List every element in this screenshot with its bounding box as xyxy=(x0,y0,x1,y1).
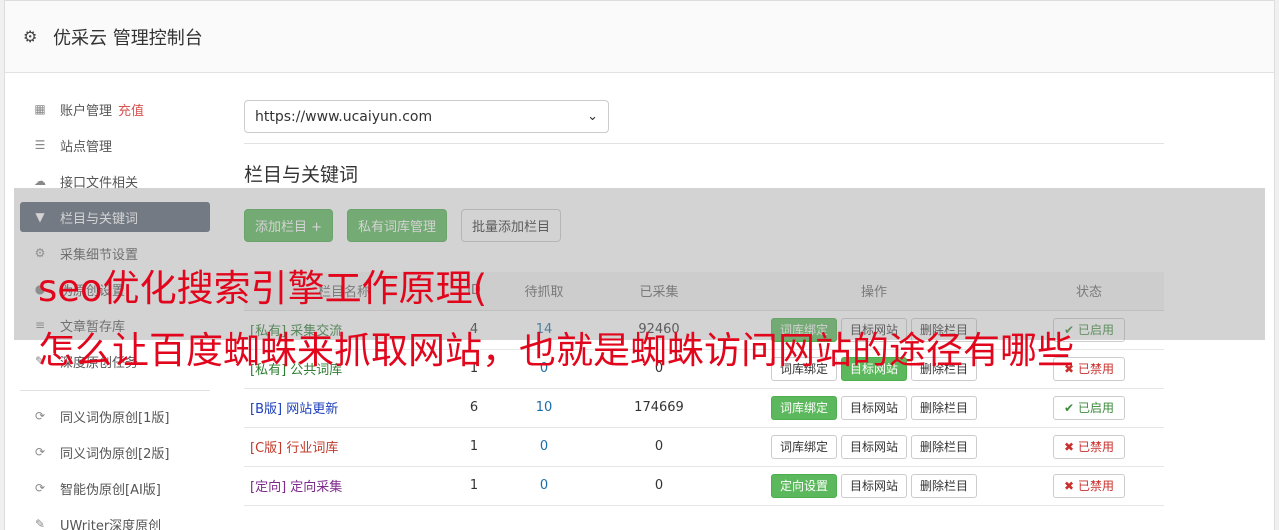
collected-count: 0 xyxy=(584,427,734,467)
column-name-link[interactable]: 行业词库 xyxy=(286,441,338,456)
target-site-button[interactable]: 目标网站 xyxy=(840,395,907,420)
lexicon-bind-button[interactable]: 定向设置 xyxy=(770,473,837,498)
sidebar-divider xyxy=(20,390,210,391)
status-toggle[interactable]: ✖ 已禁用 xyxy=(1053,473,1125,498)
sidebar-item-sites[interactable]: ☰ 站点管理 xyxy=(20,130,210,160)
sidebar-tool-synonym-v1[interactable]: ⟳ 同义词伪原创[1版] xyxy=(20,401,210,431)
sidebar-tool-ai[interactable]: ⟳ 智能伪原创[AI版] xyxy=(20,473,210,503)
column-id: 1 xyxy=(444,427,504,467)
table-row: [B版] 网站更新 6 10 174669 词库绑定 目标网站 删除栏目 ✔ 已启用 xyxy=(244,388,1164,428)
table-row: [定向] 定向采集 1 0 0 定向设置 目标网站 删除栏目 ✖ 已禁用 xyxy=(244,466,1164,506)
status-label: 已禁用 xyxy=(1077,362,1114,376)
status-toggle[interactable]: ✖ 已禁用 xyxy=(1053,434,1125,459)
recharge-link[interactable]: 充值 xyxy=(118,100,144,119)
column-id: 1 xyxy=(444,466,504,506)
lexicon-bind-button[interactable]: 词库绑定 xyxy=(770,395,837,420)
header: ⚙ 优采云 管理控制台 xyxy=(5,1,1274,73)
column-tag: [B版] xyxy=(250,402,283,417)
sidebar-item-account[interactable]: ▦ 账户管理 充值 xyxy=(20,94,210,124)
refresh-icon: ⟳ xyxy=(34,481,46,495)
status-cell: ✖ 已禁用 xyxy=(1014,427,1164,467)
refresh-icon: ⟳ xyxy=(34,445,46,459)
column-tag: [C版] xyxy=(250,441,283,456)
gear-icon: ⚙ xyxy=(23,27,38,46)
chevron-down-icon: ⌄ xyxy=(587,109,598,124)
target-site-button[interactable]: 目标网站 xyxy=(840,473,907,498)
refresh-icon: ⟳ xyxy=(34,409,46,423)
ops-cell: 定向设置 目标网站 删除栏目 xyxy=(734,466,1014,506)
column-name-cell: [C版] 行业词库 xyxy=(244,427,444,467)
sidebar-item-label: 同义词伪原创[1版] xyxy=(60,410,170,426)
status-toggle[interactable]: ✔ 已启用 xyxy=(1053,395,1125,420)
close-icon: ✖ xyxy=(1064,439,1075,454)
section-title: 栏目与关键词 xyxy=(244,164,359,186)
divider xyxy=(244,143,1164,144)
status-label: 已禁用 xyxy=(1077,440,1114,454)
cloud-upload-icon: ☁ xyxy=(34,174,46,188)
watermark-overlay xyxy=(14,188,1265,340)
overlay-headline-line2: 怎么让百度蜘蛛来抓取网站，也就是蜘蛛访问网站的途径有哪些 xyxy=(38,329,1074,372)
sidebar-item-label: 同义词伪原创[2版] xyxy=(60,446,170,462)
sidebar-tool-synonym-v2[interactable]: ⟳ 同义词伪原创[2版] xyxy=(20,437,210,467)
column-name-link[interactable]: 网站更新 xyxy=(286,402,338,417)
column-name-cell: [B版] 网站更新 xyxy=(244,388,444,428)
sidebar-item-label: UWriter深度原创 xyxy=(60,518,162,530)
sidebar-item-label: 账户管理 xyxy=(60,103,113,119)
column-id: 6 xyxy=(444,388,504,428)
status-cell: ✖ 已禁用 xyxy=(1014,466,1164,506)
site-select-value: https://www.ucaiyun.com xyxy=(255,108,433,125)
collected-count: 0 xyxy=(584,466,734,506)
pending-count[interactable]: 0 xyxy=(504,427,584,467)
column-name-link[interactable]: 定向采集 xyxy=(290,480,342,495)
status-label: 已禁用 xyxy=(1077,479,1114,493)
target-site-button[interactable]: 目标网站 xyxy=(840,434,907,459)
sidebar-tool-uwriter[interactable]: ✎ UWriter深度原创 xyxy=(20,509,210,530)
table-row: [C版] 行业词库 1 0 0 词库绑定 目标网站 删除栏目 ✖ 已禁用 xyxy=(244,427,1164,467)
sidebar-item-label: 站点管理 xyxy=(60,139,113,155)
delete-column-button[interactable]: 删除栏目 xyxy=(911,395,978,420)
collected-count: 174669 xyxy=(584,388,734,428)
column-tag: [定向] xyxy=(250,480,287,495)
pending-count[interactable]: 0 xyxy=(504,466,584,506)
lexicon-bind-button[interactable]: 词库绑定 xyxy=(770,434,837,459)
close-icon: ✖ xyxy=(1064,478,1075,493)
ops-cell: 词库绑定 目标网站 删除栏目 xyxy=(734,427,1014,467)
ops-cell: 词库绑定 目标网站 删除栏目 xyxy=(734,388,1014,428)
edit-icon: ✎ xyxy=(34,517,46,530)
check-icon: ✔ xyxy=(1064,400,1075,415)
delete-column-button[interactable]: 删除栏目 xyxy=(911,473,978,498)
delete-column-button[interactable]: 删除栏目 xyxy=(911,434,978,459)
overlay-headline-line1: seo优化搜索引擎工作原理( xyxy=(38,267,488,310)
bar-chart-icon: ▦ xyxy=(34,102,46,116)
server-icon: ☰ xyxy=(34,138,46,152)
column-name-cell: [定向] 定向采集 xyxy=(244,466,444,506)
sidebar-item-label: 智能伪原创[AI版] xyxy=(60,482,161,498)
status-label: 已启用 xyxy=(1077,401,1114,415)
status-cell: ✔ 已启用 xyxy=(1014,388,1164,428)
pending-count[interactable]: 10 xyxy=(504,388,584,428)
site-select[interactable]: https://www.ucaiyun.com ⌄ xyxy=(244,100,609,133)
app-title: 优采云 管理控制台 xyxy=(53,27,203,49)
